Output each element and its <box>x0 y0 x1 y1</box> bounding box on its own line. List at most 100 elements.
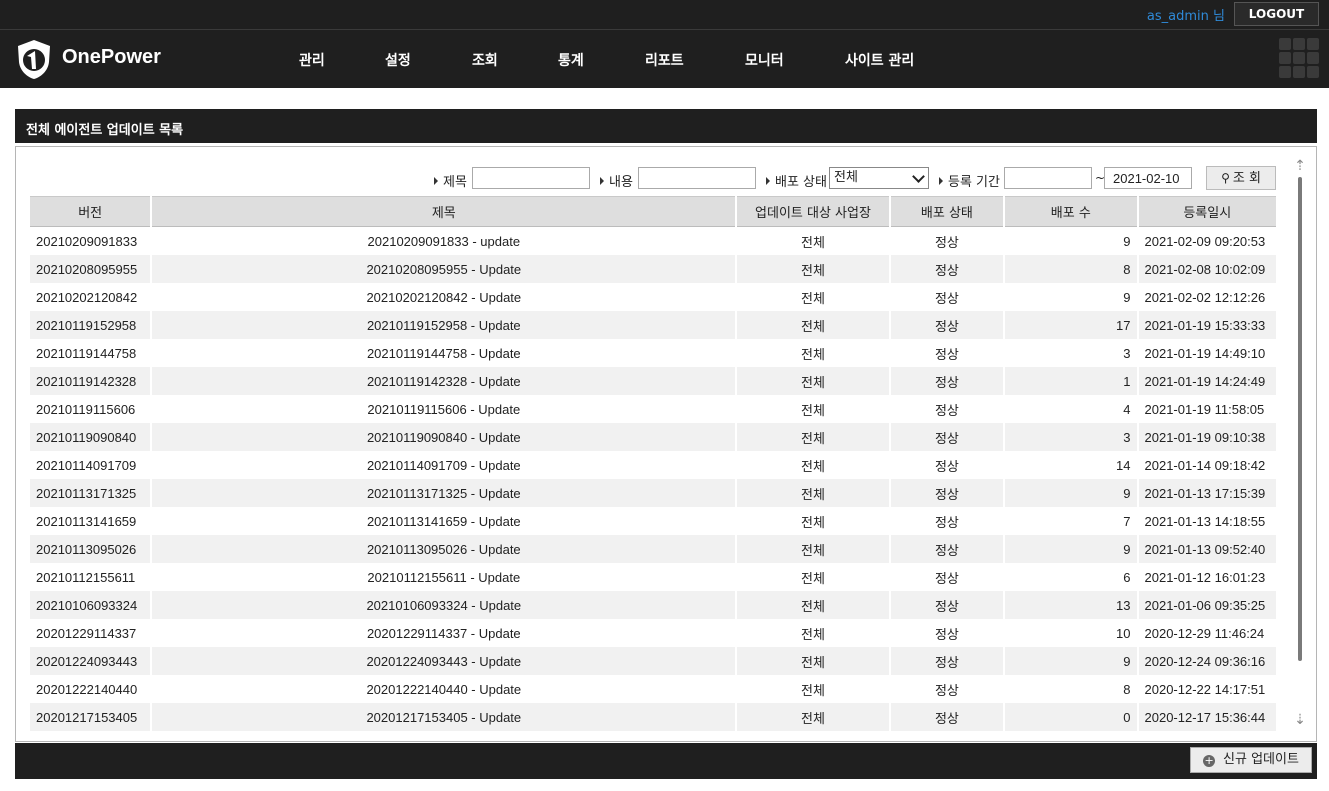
cell-title[interactable]: 20210114091709 - Update <box>152 451 735 479</box>
cell-target-site: 전체 <box>737 647 889 675</box>
search-button[interactable]: ⚲ 조 회 <box>1206 166 1276 190</box>
table-row[interactable]: 20210202120842 20210202120842 - Update 전체 정… <box>30 283 1276 311</box>
scrollbar-thumb[interactable] <box>1298 177 1302 661</box>
cell-title[interactable]: 20210119090840 - Update <box>152 423 736 451</box>
table-row[interactable]: 20210114091709 20210114091709 - Update 전체 정… <box>30 451 1276 479</box>
cell-title[interactable]: 20201229114337 - Update <box>152 619 735 647</box>
cell-deploy-status: 정상 <box>934 346 959 362</box>
scroll-down-arrow-icon[interactable]: ⇣ <box>1294 713 1306 727</box>
cell-deploy-count: 13 <box>1005 591 1137 619</box>
cell-target-site: 전체 <box>737 255 889 283</box>
column-header-title[interactable]: 제목 <box>152 196 736 227</box>
cell-title[interactable]: 20210113171325 - Update <box>152 479 736 507</box>
table-row[interactable]: 20210113171325 20210113171325 - Update 전체 정… <box>30 479 1276 507</box>
table-row[interactable]: 20210119115606 20210119115606 - Update 전체 정… <box>30 395 1276 423</box>
table-row[interactable]: 20201217153405 20201217153405 - Update 전체 정… <box>30 703 1276 731</box>
cell-title[interactable]: 20210106093324 - Update <box>152 591 736 619</box>
cell-registered-at: 2021-02-02 12:12:26 <box>1144 289 1266 305</box>
table-row[interactable]: 20210113095026 20210113095026 - Update 전체 정… <box>30 535 1276 563</box>
table-row[interactable]: 20210119090840 20210119090840 - Update 전체 정… <box>30 423 1276 451</box>
content-filter-input[interactable] <box>638 167 756 189</box>
vertical-scrollbar[interactable]: ⇡ ⇣ <box>1294 159 1306 729</box>
logout-button[interactable]: LOGOUT <box>1234 2 1319 26</box>
cell-target-site: 전체 <box>801 458 825 474</box>
status-filter-value: 전체 <box>834 170 858 185</box>
cell-target-site: 전체 <box>737 311 889 339</box>
table-row[interactable]: 20210119144758 20210119144758 - Update 전체 정… <box>30 339 1276 367</box>
table-row[interactable]: 20201222140440 20201222140440 - Update 전체 정… <box>30 675 1276 703</box>
top-strip: as_admin 님 LOGOUT <box>0 0 1329 30</box>
cell-deploy-status: 정상 <box>890 311 1004 339</box>
table-row[interactable]: 20210119142328 20210119142328 - Update 전체 정… <box>30 367 1276 395</box>
column-header-deploy-status[interactable]: 배포 상태 <box>890 196 1004 227</box>
cell-title[interactable]: 20210113141659 - Update <box>152 507 735 535</box>
cell-deploy-count: 9 <box>1005 535 1137 563</box>
cell-title[interactable]: 20210119152958 - Update <box>152 311 736 339</box>
cell-target-site: 전체 <box>737 535 889 563</box>
cell-title[interactable]: 20201217153405 - Update <box>152 703 736 731</box>
update-list-panel: 제목 내용 배포 상태 전체 등록 기간 ~ 2021-02-10 ⚲ 조 회 버… <box>15 146 1317 742</box>
cell-version: 20210119144758 <box>36 345 137 361</box>
cell-deploy-status: 정상 <box>934 514 959 530</box>
brand-name[interactable]: OnePower <box>62 46 161 69</box>
new-update-button[interactable]: + 신규 업데이트 <box>1190 747 1312 773</box>
app-grid-icon[interactable] <box>1279 38 1319 78</box>
menu-lookup[interactable]: 조회 <box>472 50 498 70</box>
table-row[interactable]: 20210119152958 20210119152958 - Update 전체 정… <box>30 311 1276 339</box>
table-row[interactable]: 20210106093324 20210106093324 - Update 전체 정… <box>30 591 1276 619</box>
cell-title[interactable]: 20210209091833 - update <box>152 227 735 255</box>
update-table: 버전 제목 업데이트 대상 사업장 배포 상태 배포 수 등록일시 202102… <box>28 196 1278 731</box>
cell-title[interactable]: 20210202120842 - Update <box>152 283 735 311</box>
cell-title[interactable]: 20210112155611 - Update <box>152 563 735 591</box>
cell-deploy-count: 3 <box>1005 423 1137 451</box>
cell-target-site: 전체 <box>737 703 889 731</box>
user-name-link[interactable]: as_admin 님 <box>1147 5 1225 24</box>
cell-registered-at: 2021-01-13 14:18:55 <box>1144 513 1266 529</box>
table-row[interactable]: 20210113141659 20210113141659 - Update 전체 정… <box>30 507 1276 535</box>
cell-target-site: 전체 <box>801 682 825 698</box>
title-filter-input[interactable] <box>472 167 590 189</box>
cell-deploy-count: 6 <box>1123 569 1131 585</box>
new-update-label: 신규 업데이트 <box>1223 752 1299 767</box>
cell-version: 20210209091833 <box>36 233 138 249</box>
status-filter-select[interactable]: 전체 <box>829 167 929 189</box>
footer-bar: + 신규 업데이트 <box>15 743 1317 779</box>
cell-title[interactable]: 20201222140440 - Update <box>152 675 735 703</box>
cell-deploy-status: 정상 <box>890 479 1004 507</box>
table-row[interactable]: 20210112155611 20210112155611 - Update 전체 정… <box>30 563 1276 591</box>
menu-settings[interactable]: 설정 <box>385 50 411 70</box>
cell-deploy-status: 정상 <box>934 570 959 586</box>
cell-target-site: 전체 <box>801 514 825 530</box>
cell-deploy-count: 9 <box>1005 479 1137 507</box>
cell-title[interactable]: 20210119115606 - Update <box>152 395 735 423</box>
menu-manage[interactable]: 관리 <box>299 50 325 70</box>
cell-target-site: 전체 <box>737 479 889 507</box>
cell-deploy-count: 9 <box>1123 233 1131 249</box>
cell-title[interactable]: 20210119144758 - Update <box>152 339 735 367</box>
period-end-input[interactable]: 2021-02-10 <box>1104 167 1192 189</box>
table-row[interactable]: 20210209091833 20210209091833 - update 전체 정… <box>30 227 1276 255</box>
cell-title[interactable]: 20210119142328 - Update <box>152 367 736 395</box>
column-header-version[interactable]: 버전 <box>30 196 151 227</box>
menu-report[interactable]: 리포트 <box>645 50 684 70</box>
column-header-target-site[interactable]: 업데이트 대상 사업장 <box>737 196 889 227</box>
table-row[interactable]: 20201224093443 20201224093443 - Update 전체 정… <box>30 647 1276 675</box>
onepower-logo-icon[interactable] <box>14 38 54 80</box>
cell-target-site: 전체 <box>801 402 825 418</box>
cell-version: 20210113141659 <box>36 513 137 529</box>
cell-deploy-status: 정상 <box>934 234 959 250</box>
period-start-input[interactable] <box>1004 167 1092 189</box>
menu-site-management[interactable]: 사이트 관리 <box>845 50 914 70</box>
menu-monitor[interactable]: 모니터 <box>745 50 784 70</box>
cell-deploy-count: 1 <box>1005 367 1137 395</box>
cell-title[interactable]: 20210113095026 - Update <box>152 535 736 563</box>
column-header-registered-at[interactable]: 등록일시 <box>1138 196 1276 227</box>
menu-statistics[interactable]: 통계 <box>558 50 584 70</box>
table-row[interactable]: 20210208095955 20210208095955 - Update 전체 정… <box>30 255 1276 283</box>
column-header-deploy-count[interactable]: 배포 수 <box>1005 196 1137 227</box>
cell-deploy-status: 정상 <box>934 402 959 418</box>
cell-title[interactable]: 20210208095955 - Update <box>152 255 736 283</box>
cell-title[interactable]: 20201224093443 - Update <box>152 647 736 675</box>
table-row[interactable]: 20201229114337 20201229114337 - Update 전체 정… <box>30 619 1276 647</box>
scroll-up-arrow-icon[interactable]: ⇡ <box>1294 159 1306 173</box>
